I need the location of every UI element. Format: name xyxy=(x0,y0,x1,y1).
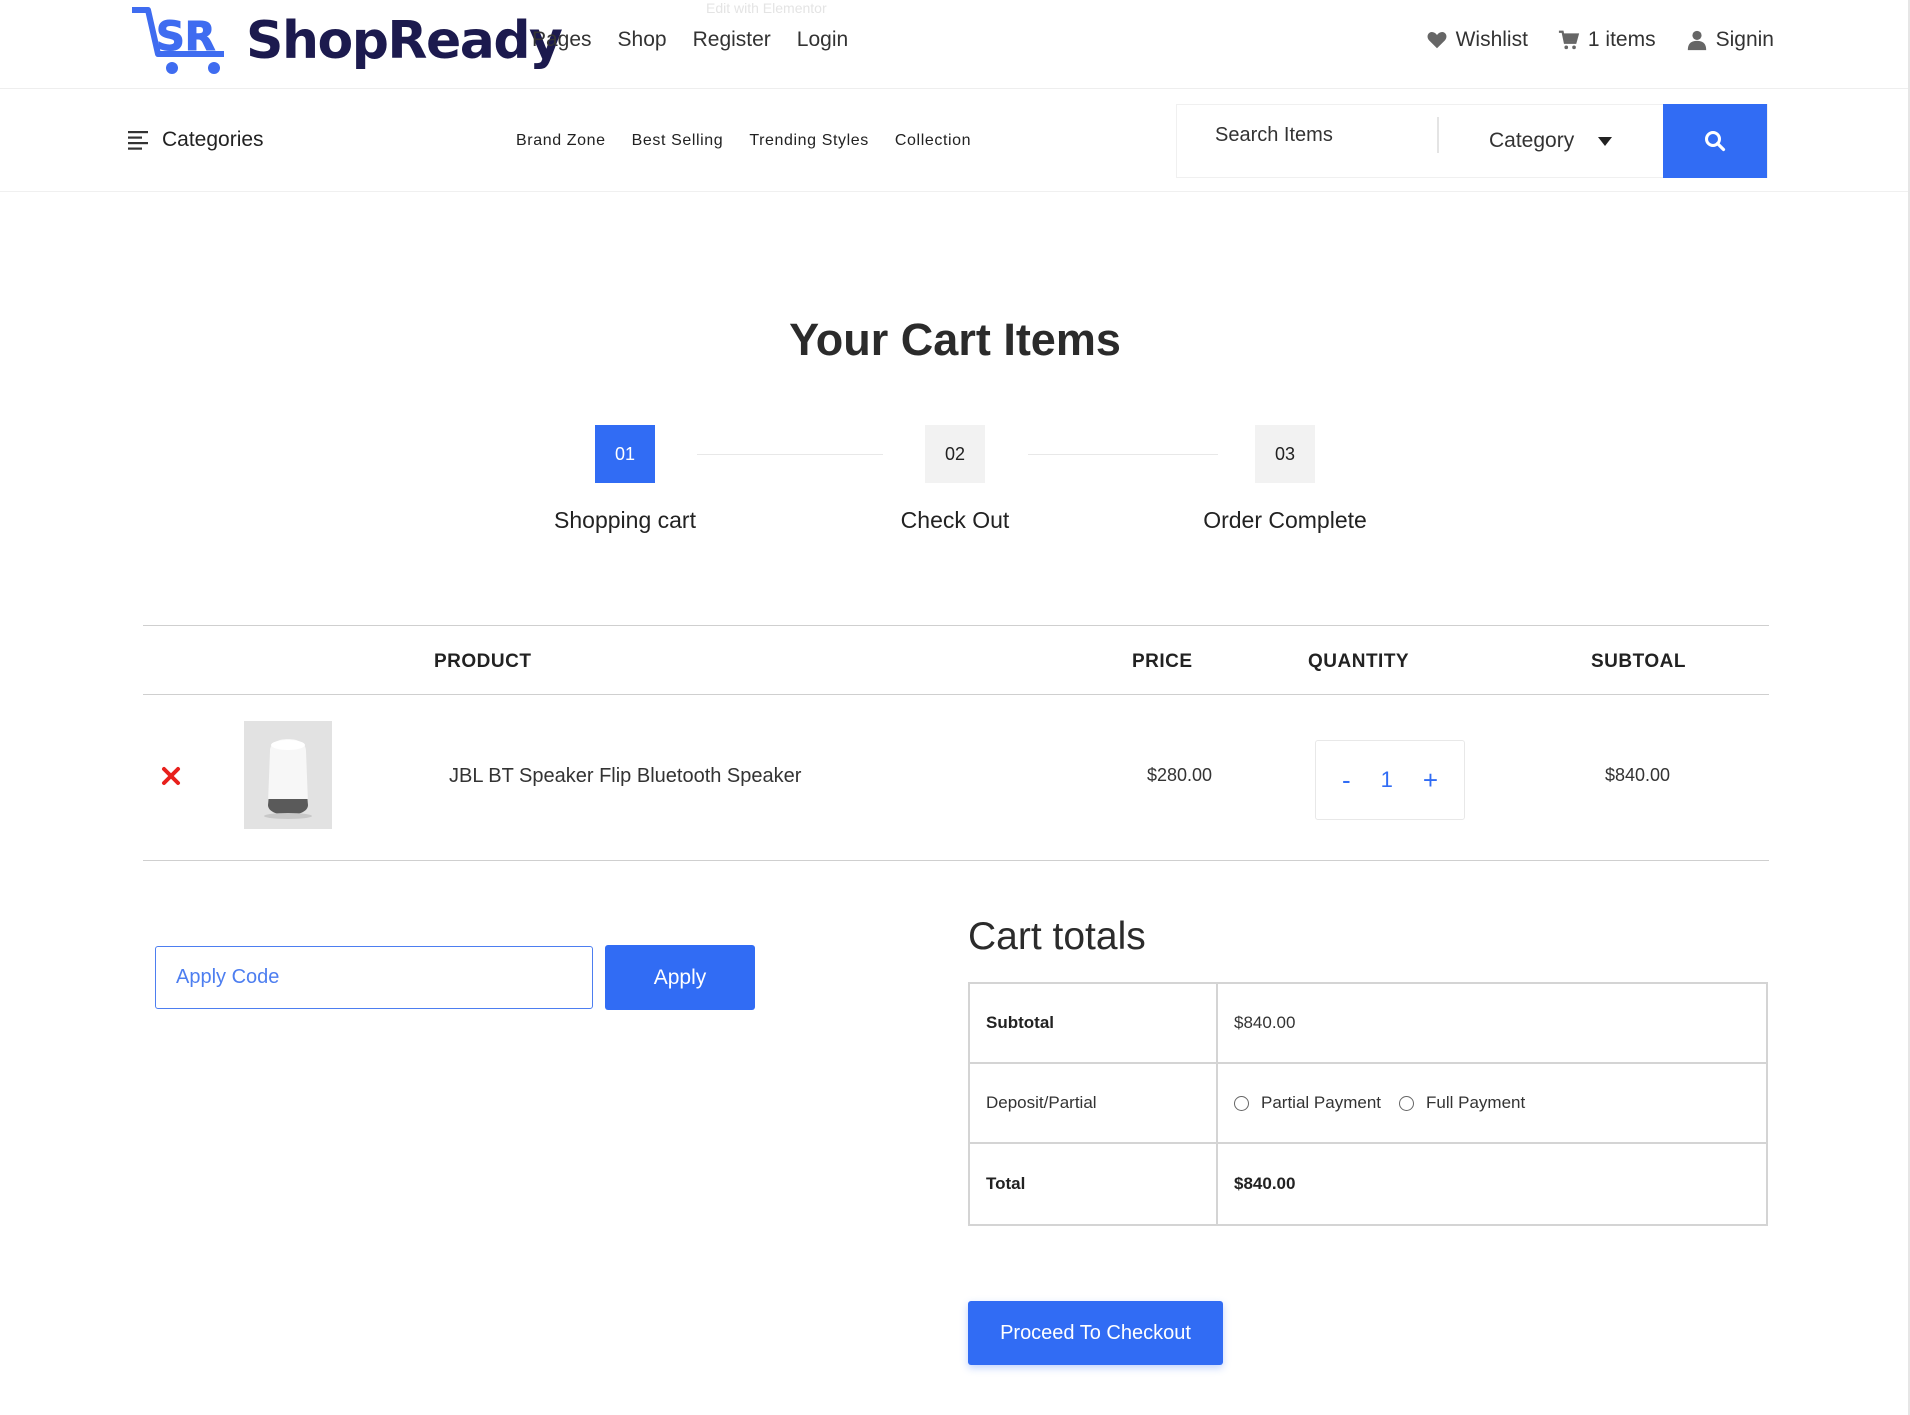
totals-deposit-row: Deposit/Partial Partial Payment Full Pay… xyxy=(970,1064,1766,1144)
step-shopping-cart: 01 Shopping cart xyxy=(525,425,725,534)
nav-register[interactable]: Register xyxy=(693,28,771,52)
product-thumbnail[interactable] xyxy=(244,721,332,829)
category-dropdown-label: Category xyxy=(1489,129,1575,152)
subtotal-label: Subtotal xyxy=(970,984,1218,1062)
step-number: 01 xyxy=(595,425,655,483)
category-dropdown[interactable]: Category xyxy=(1439,105,1665,177)
nav-trending-styles[interactable]: Trending Styles xyxy=(749,132,869,150)
payment-options: Partial Payment Full Payment xyxy=(1218,1064,1766,1142)
cart-table: PRODUCT PRICE QUANTITY SUBTOAL JBL BT Sp… xyxy=(143,625,1769,861)
sub-header: Categories Brand Zone Best Selling Trend… xyxy=(0,90,1910,192)
step-number: 03 xyxy=(1255,425,1315,483)
col-product: PRODUCT xyxy=(434,651,532,672)
totals-total-row: Total $840.00 xyxy=(970,1144,1766,1224)
qty-increase-button[interactable]: + xyxy=(1423,767,1438,793)
partial-payment-option[interactable]: Partial Payment xyxy=(1234,1093,1381,1113)
svg-text:SR: SR xyxy=(156,14,216,60)
step-number: 02 xyxy=(925,425,985,483)
nav-brand-zone[interactable]: Brand Zone xyxy=(516,132,606,150)
subtotal-value: $840.00 xyxy=(1234,1013,1296,1032)
categories-label: Categories xyxy=(162,128,264,151)
cart-count-label: 1 items xyxy=(1587,28,1656,51)
table-row: JBL BT Speaker Flip Bluetooth Speaker $2… xyxy=(143,695,1769,861)
partial-payment-radio[interactable] xyxy=(1234,1095,1249,1111)
heart-icon xyxy=(1427,32,1447,49)
proceed-to-checkout-button[interactable]: Proceed To Checkout xyxy=(968,1301,1223,1365)
qty-value[interactable]: 1 xyxy=(1381,767,1393,793)
search-icon xyxy=(1705,131,1726,152)
product-subtotal: $840.00 xyxy=(1605,765,1671,785)
product-price: $280.00 xyxy=(1147,765,1213,785)
menu-icon xyxy=(128,131,148,150)
nav-login[interactable]: Login xyxy=(797,28,848,52)
col-quantity: QUANTITY xyxy=(1308,651,1410,672)
full-payment-label: Full Payment xyxy=(1426,1093,1526,1112)
top-nav: Pages Shop Register Login xyxy=(532,28,848,52)
speaker-image xyxy=(244,721,332,829)
user-icon xyxy=(1687,30,1706,51)
col-subtotal: SUBTOAL xyxy=(1591,651,1686,672)
nav-shop[interactable]: Shop xyxy=(618,28,667,52)
nav-collection[interactable]: Collection xyxy=(895,132,971,150)
elementor-hint[interactable]: Edit with Elementor xyxy=(706,0,827,16)
signin-link[interactable]: Signin xyxy=(1686,28,1774,52)
step-label: Check Out xyxy=(900,507,1010,533)
brand-name: ShopReady xyxy=(246,11,563,71)
search-input[interactable]: Search Items xyxy=(1177,117,1439,153)
cart-totals-title: Cart totals xyxy=(968,915,1146,958)
page-title: Your Cart Items xyxy=(789,314,1121,365)
cart-link[interactable]: 1 items xyxy=(1558,28,1656,52)
sub-nav: Brand Zone Best Selling Trending Styles … xyxy=(516,132,971,150)
signin-label: Signin xyxy=(1715,28,1774,51)
coupon-code-input[interactable]: Apply Code xyxy=(155,946,593,1009)
step-label: Order Complete xyxy=(1203,507,1367,533)
nav-pages[interactable]: Pages xyxy=(532,28,592,52)
caret-down-icon xyxy=(1598,136,1613,146)
partial-payment-label: Partial Payment xyxy=(1261,1093,1381,1112)
remove-item-icon[interactable] xyxy=(160,765,182,787)
top-header: Edit with Elementor SR ShopReady Pages S… xyxy=(0,0,1910,89)
header-actions: Wishlist 1 items Signin xyxy=(1426,28,1774,52)
total-value: $840.00 xyxy=(1234,1174,1296,1193)
categories-menu[interactable]: Categories xyxy=(128,128,264,152)
total-label: Total xyxy=(970,1144,1218,1224)
full-payment-radio[interactable] xyxy=(1399,1095,1414,1111)
cart-logo-icon: SR xyxy=(132,7,224,74)
nav-best-selling[interactable]: Best Selling xyxy=(632,132,724,150)
qty-decrease-button[interactable]: - xyxy=(1342,767,1351,793)
wishlist-label: Wishlist xyxy=(1455,28,1528,51)
totals-subtotal-row: Subtotal $840.00 xyxy=(970,984,1766,1064)
search-bar: Search Items Category xyxy=(1176,104,1768,178)
apply-coupon-button[interactable]: Apply xyxy=(605,945,755,1010)
cart-table-header: PRODUCT PRICE QUANTITY SUBTOAL xyxy=(143,625,1769,695)
site-logo[interactable]: SR ShopReady xyxy=(128,4,563,78)
deposit-label: Deposit/Partial xyxy=(970,1064,1218,1142)
col-price: PRICE xyxy=(1132,651,1193,672)
wishlist-link[interactable]: Wishlist xyxy=(1426,28,1528,52)
full-payment-option[interactable]: Full Payment xyxy=(1399,1093,1525,1113)
product-name[interactable]: JBL BT Speaker Flip Bluetooth Speaker xyxy=(449,765,801,788)
step-label: Shopping cart xyxy=(554,507,696,533)
search-button[interactable] xyxy=(1663,104,1767,178)
cart-totals-table: Subtotal $840.00 Deposit/Partial Partial… xyxy=(968,982,1768,1226)
cart-icon xyxy=(1558,30,1580,50)
step-check-out: 02 Check Out xyxy=(855,425,1055,534)
quantity-stepper: - 1 + xyxy=(1315,740,1465,820)
step-order-complete: 03 Order Complete xyxy=(1185,425,1385,534)
